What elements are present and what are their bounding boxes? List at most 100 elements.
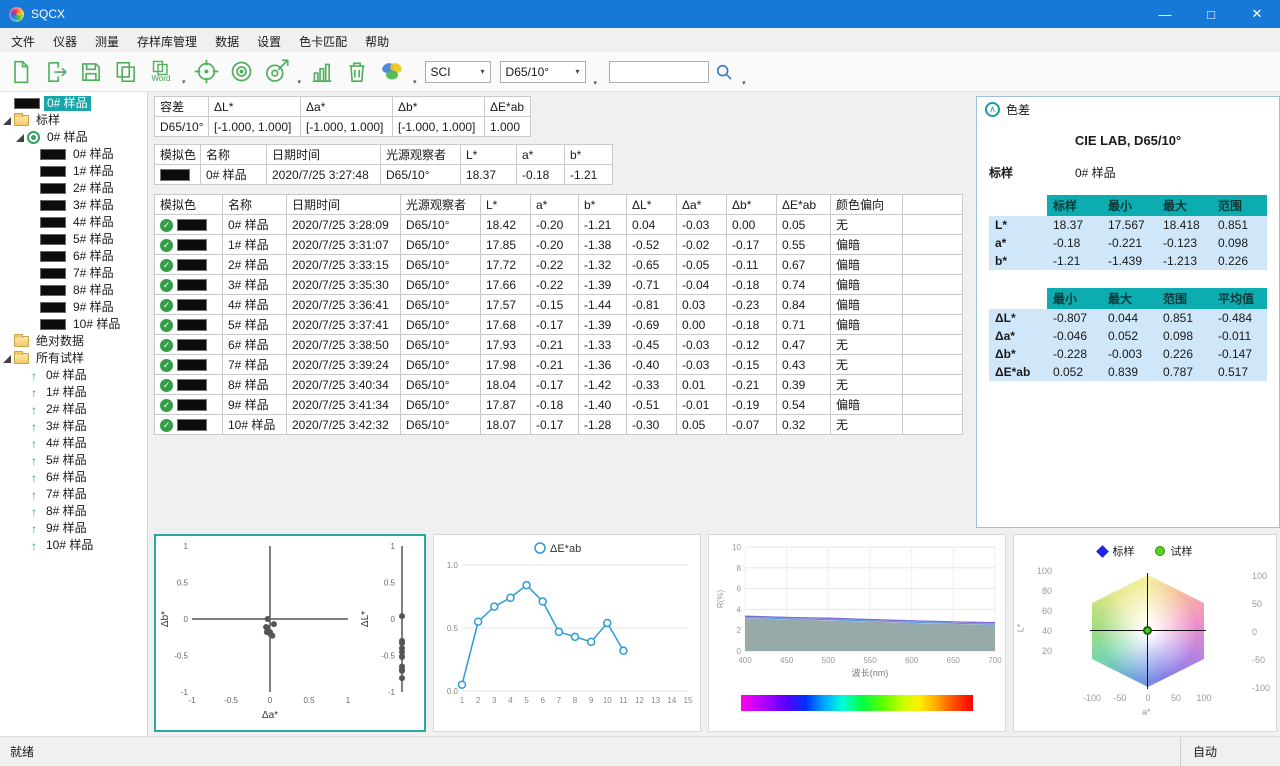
lab-color-wheel-chart: 标样试样10080604020L*100500-50-100-100-50050…	[1013, 534, 1277, 732]
sample-row[interactable]: ✓8# 样品2020/7/25 3:40:34D65/10°18.04-0.17…	[155, 375, 963, 395]
samples-header[interactable]: L*	[481, 195, 531, 215]
tree-item[interactable]: ↑7# 样品	[0, 486, 147, 503]
sample-row[interactable]: ✓9# 样品2020/7/25 3:41:34D65/10°17.87-0.18…	[155, 395, 963, 415]
expander-icon[interactable]	[16, 134, 24, 142]
tree-item[interactable]: 4# 样品	[0, 214, 147, 231]
samples-header[interactable]: ΔE*ab	[777, 195, 831, 215]
samples-header[interactable]: 光源观察者	[401, 195, 481, 215]
tree-item[interactable]: 所有试样	[0, 350, 147, 367]
sample-cell: 0.00	[727, 215, 777, 235]
copy-button[interactable]	[109, 54, 143, 90]
tree-item[interactable]: 10# 样品	[0, 316, 147, 333]
menu-item-8[interactable]: 帮助	[356, 28, 398, 52]
bar-chart-button[interactable]	[305, 54, 339, 90]
tree-item[interactable]: 8# 样品	[0, 282, 147, 299]
new-document-icon	[8, 59, 34, 85]
samples-header[interactable]: Δa*	[677, 195, 727, 215]
axis-tick-label: 60	[1028, 606, 1052, 616]
sample-row[interactable]: ✓0# 样品2020/7/25 3:28:09D65/10°18.42-0.20…	[155, 215, 963, 235]
stats-value: -0.003	[1102, 345, 1157, 363]
auto-mode-cell[interactable]: 自动	[1180, 737, 1280, 766]
samples-header[interactable]: ΔL*	[627, 195, 677, 215]
mode-select[interactable]: SCI ▾	[425, 61, 491, 83]
tree-item[interactable]: ↑3# 样品	[0, 418, 147, 435]
toolbar-overflow-icon[interactable]: ▾	[594, 79, 598, 87]
samples-header[interactable]: a*	[531, 195, 579, 215]
tree-item[interactable]: 6# 样品	[0, 248, 147, 265]
tree-item[interactable]: ↑1# 样品	[0, 384, 147, 401]
sample-row[interactable]: ✓10# 样品2020/7/25 3:42:32D65/10°18.07-0.1…	[155, 415, 963, 435]
sample-row[interactable]: ✓6# 样品2020/7/25 3:38:50D65/10°17.93-0.21…	[155, 335, 963, 355]
menu-item-2[interactable]: 仪器	[44, 28, 86, 52]
tree-item[interactable]: ↑5# 样品	[0, 452, 147, 469]
tree-item[interactable]: 绝对数据	[0, 333, 147, 350]
tree-item[interactable]: ↑2# 样品	[0, 401, 147, 418]
tree-item[interactable]: 3# 样品	[0, 197, 147, 214]
circle-marker-icon	[1155, 546, 1165, 556]
measure-button[interactable]	[260, 54, 294, 90]
toolbar-overflow-icon[interactable]: ▾	[742, 79, 746, 87]
close-button[interactable]: ✕	[1234, 0, 1280, 28]
save-button[interactable]	[74, 54, 108, 90]
tree-item[interactable]: ↑0# 样品	[0, 367, 147, 384]
menu-item-5[interactable]: 数据	[206, 28, 248, 52]
tree-item[interactable]: 0# 样品	[0, 95, 147, 112]
axis-tick-label: 50	[1163, 693, 1189, 703]
stats-value: 0.851	[1157, 309, 1212, 327]
samples-header[interactable]: b*	[579, 195, 627, 215]
sample-row[interactable]: ✓7# 样品2020/7/25 3:39:24D65/10°17.98-0.21…	[155, 355, 963, 375]
menu-item-1[interactable]: 文件	[2, 28, 44, 52]
samples-header[interactable]: 颜色偏向	[831, 195, 903, 215]
search-input[interactable]	[609, 61, 709, 83]
samples-header[interactable]: 名称	[223, 195, 287, 215]
sample-row[interactable]: ✓5# 样品2020/7/25 3:37:41D65/10°17.68-0.17…	[155, 315, 963, 335]
export-sample-button[interactable]	[39, 54, 73, 90]
toolbar-overflow-icon[interactable]: ▾	[182, 78, 186, 86]
samples-header[interactable]: 日期时间	[287, 195, 401, 215]
menu-item-6[interactable]: 设置	[248, 28, 290, 52]
tolerance-row[interactable]: D65/10°[-1.000, 1.000][-1.000, 1.000][-1…	[155, 117, 531, 137]
tree-item[interactable]: ↑8# 样品	[0, 503, 147, 520]
tree-item[interactable]: ↑4# 样品	[0, 435, 147, 452]
samples-header[interactable]: Δb*	[727, 195, 777, 215]
copy-to-word-button[interactable]: Word	[144, 54, 178, 90]
toolbar-overflow-icon[interactable]: ▾	[413, 78, 417, 86]
abs-stats-row: b*-1.21-1.439-1.2130.226	[989, 252, 1267, 270]
collapse-panel-icon[interactable]: ∧	[985, 102, 1000, 117]
new-document-button[interactable]	[4, 54, 38, 90]
tree-item[interactable]: 9# 样品	[0, 299, 147, 316]
sample-row[interactable]: ✓2# 样品2020/7/25 3:33:15D65/10°17.72-0.22…	[155, 255, 963, 275]
tree-item[interactable]: 0# 样品	[0, 146, 147, 163]
toolbar-overflow-icon[interactable]: ▾	[298, 78, 302, 86]
tree-item[interactable]: 7# 样品	[0, 265, 147, 282]
tree-item[interactable]: ↑9# 样品	[0, 520, 147, 537]
calibration-target-button[interactable]	[190, 54, 224, 90]
sample-cell: 18.07	[481, 415, 531, 435]
expander-icon[interactable]	[3, 117, 11, 125]
sample-row[interactable]: ✓1# 样品2020/7/25 3:31:07D65/10°17.85-0.20…	[155, 235, 963, 255]
tree-item[interactable]: 2# 样品	[0, 180, 147, 197]
target-rings-button[interactable]	[225, 54, 259, 90]
menu-item-3[interactable]: 测量	[86, 28, 128, 52]
samples-header[interactable]: 模拟色	[155, 195, 223, 215]
search-icon[interactable]	[715, 63, 733, 81]
minimize-button[interactable]: —	[1142, 0, 1188, 28]
svg-text:13: 13	[651, 696, 660, 705]
color-palette-button[interactable]	[375, 54, 409, 90]
tree-item[interactable]: ↑10# 样品	[0, 537, 147, 554]
illuminant-select[interactable]: D65/10° ▾	[500, 61, 586, 83]
delete-button[interactable]	[340, 54, 374, 90]
standard-row[interactable]: 0# 样品2020/7/25 3:27:48D65/10°18.37-0.18-…	[155, 165, 613, 185]
tree-item[interactable]: ↑6# 样品	[0, 469, 147, 486]
sample-row[interactable]: ✓4# 样品2020/7/25 3:36:41D65/10°17.57-0.15…	[155, 295, 963, 315]
tree-item[interactable]: 5# 样品	[0, 231, 147, 248]
svg-text:0.5: 0.5	[303, 696, 315, 705]
maximize-button[interactable]: □	[1188, 0, 1234, 28]
tree-item[interactable]: 1# 样品	[0, 163, 147, 180]
menu-item-4[interactable]: 存样库管理	[128, 28, 206, 52]
sample-row[interactable]: ✓3# 样品2020/7/25 3:35:30D65/10°17.66-0.22…	[155, 275, 963, 295]
menu-item-7[interactable]: 色卡匹配	[290, 28, 356, 52]
tree-item[interactable]: 标样	[0, 112, 147, 129]
expander-icon[interactable]	[3, 355, 11, 363]
tree-item[interactable]: 0# 样品	[0, 129, 147, 146]
